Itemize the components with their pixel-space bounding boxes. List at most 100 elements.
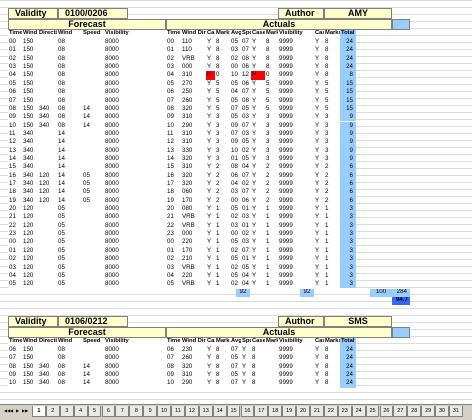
table-cell[interactable]: 03 (241, 238, 251, 247)
table-cell[interactable]: 080 (181, 205, 206, 214)
table-cell[interactable]: 9999 (278, 354, 314, 363)
table-cell[interactable]: 24 (340, 379, 356, 388)
table-cell[interactable]: 8000 (104, 63, 166, 72)
table-cell[interactable]: 3 (340, 205, 356, 214)
table-cell[interactable]: 150 (22, 113, 38, 122)
table-cell[interactable]: Y (206, 46, 215, 55)
table-cell[interactable]: 5 (324, 96, 340, 105)
table-cell[interactable]: 8 (324, 346, 340, 355)
table-cell[interactable] (38, 88, 57, 97)
table-cell[interactable]: 8000 (104, 271, 166, 281)
sheet-tab[interactable]: 22 (323, 406, 338, 417)
table-cell[interactable]: 07 (241, 171, 251, 180)
table-cell[interactable]: Y (251, 196, 265, 205)
table-cell[interactable]: 5 (324, 79, 340, 89)
table-cell[interactable]: Y (251, 46, 265, 55)
table-cell[interactable]: 06 (241, 63, 251, 72)
table-cell[interactable]: 08 (57, 113, 82, 122)
table-cell[interactable] (38, 255, 57, 264)
table-cell[interactable]: 150 (22, 362, 38, 372)
table-cell[interactable]: 03 (241, 113, 251, 122)
table-cell[interactable]: 9 (340, 121, 356, 130)
table-cell[interactable]: 8000 (104, 71, 166, 80)
table-cell[interactable]: 8000 (104, 280, 166, 289)
table-cell[interactable]: 5 (265, 96, 278, 105)
table-cell[interactable]: Y (206, 371, 215, 380)
table-cell[interactable]: 05 (82, 188, 104, 197)
table-cell[interactable]: 9999 (278, 371, 314, 380)
table-cell[interactable]: 17 (8, 179, 22, 189)
table-cell[interactable]: 8000 (104, 38, 166, 47)
table-cell[interactable]: 310 (181, 138, 206, 147)
table-cell[interactable]: 07 (230, 104, 241, 114)
table-cell[interactable]: 5 (324, 88, 340, 97)
table-cell[interactable]: 00 (230, 196, 241, 205)
table-cell[interactable]: 10 (8, 379, 22, 388)
table-cell[interactable]: 01 (230, 154, 241, 164)
table-cell[interactable]: Y (314, 38, 324, 47)
table-cell[interactable]: 08 (166, 104, 181, 114)
table-cell[interactable]: 150 (22, 121, 38, 130)
table-cell[interactable]: Y (251, 238, 265, 247)
table-cell[interactable]: 340 (22, 171, 38, 180)
table-cell[interactable]: VRB (181, 263, 206, 272)
table-cell[interactable]: Y (314, 163, 324, 172)
table-cell[interactable]: 8000 (104, 188, 166, 197)
table-cell[interactable]: Y (251, 280, 265, 289)
table-cell[interactable]: 8000 (104, 246, 166, 256)
table-cell[interactable]: 2 (324, 163, 340, 172)
sheet-tab[interactable]: 30 (435, 406, 449, 417)
table-cell[interactable]: Y (251, 54, 265, 64)
table-cell[interactable]: 05 (230, 96, 241, 105)
table-cell[interactable] (82, 213, 104, 222)
sheet-tab[interactable]: 13 (198, 406, 213, 417)
table-cell[interactable]: 340 (22, 196, 38, 205)
table-cell[interactable]: N (206, 71, 215, 80)
table-cell[interactable]: Y (314, 371, 324, 380)
table-cell[interactable]: 150 (22, 346, 38, 355)
table-cell[interactable]: 04 (230, 88, 241, 97)
sheet-tab[interactable]: 16 (240, 406, 255, 417)
table-cell[interactable]: Y (251, 271, 265, 281)
table-cell[interactable]: 120 (38, 188, 57, 197)
table-cell[interactable]: 00 (230, 230, 241, 239)
table-cell[interactable]: 05 (166, 280, 181, 289)
table-cell[interactable]: 2 (265, 179, 278, 189)
table-cell[interactable]: 3 (340, 230, 356, 239)
table-cell[interactable]: 1 (265, 238, 278, 247)
table-cell[interactable]: 02 (230, 263, 241, 272)
table-cell[interactable] (265, 362, 278, 372)
table-cell[interactable]: Y (251, 121, 265, 130)
table-cell[interactable] (82, 71, 104, 80)
table-cell[interactable]: 3 (340, 213, 356, 222)
table-cell[interactable]: 340 (38, 362, 57, 372)
table-cell[interactable]: 8000 (104, 138, 166, 147)
table-cell[interactable]: 05 (57, 238, 82, 247)
sheet-tab[interactable]: 20 (296, 406, 310, 417)
table-cell[interactable]: 9999 (278, 196, 314, 205)
table-cell[interactable]: Y (251, 113, 265, 122)
table-cell[interactable]: 8 (251, 354, 265, 363)
table-cell[interactable]: Y (206, 104, 215, 114)
table-cell[interactable]: 1 (215, 280, 230, 289)
table-cell[interactable]: 8000 (104, 362, 166, 372)
table-cell[interactable]: 6 (340, 188, 356, 197)
table-cell[interactable] (38, 230, 57, 239)
table-cell[interactable]: Y (241, 371, 251, 380)
sheet-tab[interactable]: 3 (59, 406, 74, 417)
table-cell[interactable]: Y (206, 113, 215, 122)
table-cell[interactable] (82, 354, 104, 363)
table-cell[interactable]: Y (251, 154, 265, 164)
table-cell[interactable]: 08 (57, 379, 82, 388)
table-cell[interactable]: 3 (340, 255, 356, 264)
sheet-tab[interactable]: 2 (45, 406, 60, 417)
table-cell[interactable]: 8000 (104, 379, 166, 388)
table-cell[interactable]: 9999 (278, 213, 314, 222)
table-cell[interactable]: 08 (230, 163, 241, 172)
table-cell[interactable]: 02 (241, 230, 251, 239)
sheet-tab[interactable]: 8 (129, 406, 144, 417)
table-cell[interactable] (82, 246, 104, 256)
table-cell[interactable]: 9999 (278, 121, 314, 130)
table-cell[interactable]: 8 (215, 38, 230, 47)
sheet-tab[interactable]: 26 (379, 406, 394, 417)
